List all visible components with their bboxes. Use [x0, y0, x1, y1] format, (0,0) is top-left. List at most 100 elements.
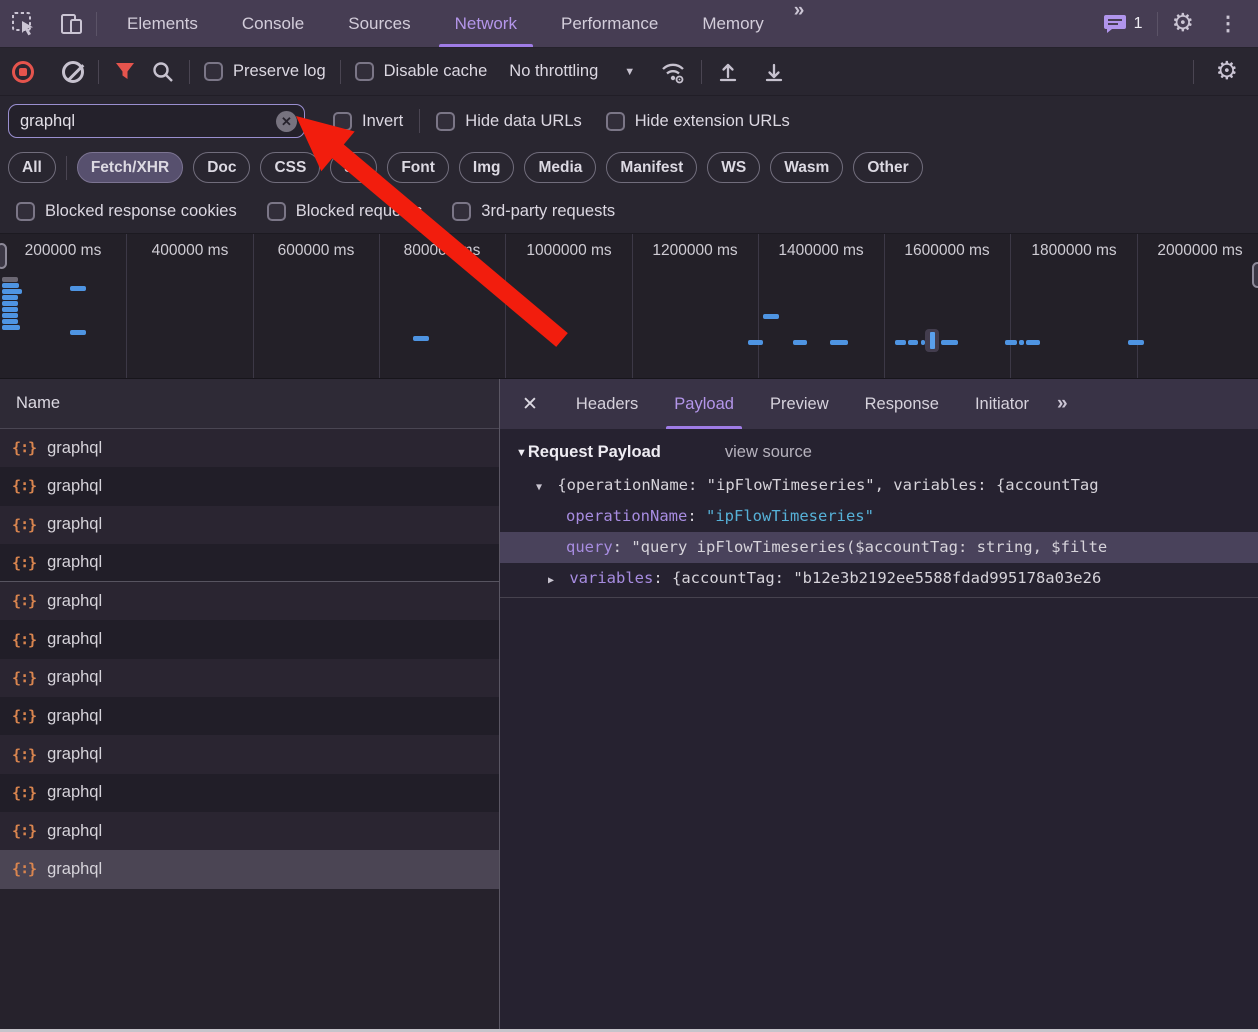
- tab-sources[interactable]: Sources: [326, 0, 432, 47]
- search-icon[interactable]: [151, 60, 175, 84]
- name-column-header[interactable]: Name: [0, 379, 499, 429]
- waterfall-bar: [2, 283, 19, 288]
- query-row-selected[interactable]: query: "query ipFlowTimeseries($accountT…: [500, 532, 1258, 563]
- request-row[interactable]: {∶}graphql: [0, 620, 499, 658]
- record-network-log-button[interactable]: [12, 61, 34, 83]
- request-row[interactable]: {∶}graphql: [0, 506, 499, 544]
- close-details-icon[interactable]: ✕: [500, 379, 558, 429]
- waterfall-bar: [1005, 340, 1017, 345]
- tab-elements[interactable]: Elements: [105, 0, 220, 47]
- invert-checkbox[interactable]: Invert: [333, 112, 403, 131]
- json-string-value: "query ipFlowTimeseries($accountTag: str…: [631, 538, 1107, 556]
- tab-performance[interactable]: Performance: [539, 0, 680, 47]
- payload-root-row[interactable]: ▼ {operationName: "ipFlowTimeseries", va…: [500, 470, 1258, 501]
- export-har-icon[interactable]: [762, 60, 786, 84]
- chip-ws[interactable]: WS: [707, 152, 760, 183]
- hide-data-urls-checkbox[interactable]: Hide data URLs: [436, 112, 581, 131]
- toolbar-right: ⚙: [1193, 59, 1246, 84]
- chip-media[interactable]: Media: [524, 152, 596, 183]
- request-row[interactable]: {∶}graphql: [0, 467, 499, 505]
- chip-img[interactable]: Img: [459, 152, 515, 183]
- timeline-tick-label: 400000 ms: [152, 242, 229, 260]
- request-row[interactable]: {∶}graphql: [0, 429, 499, 467]
- clear-network-log-button[interactable]: [62, 61, 84, 83]
- clear-filter-icon[interactable]: ✕: [276, 111, 297, 132]
- chip-fetch-xhr[interactable]: Fetch/XHR: [77, 152, 183, 183]
- network-settings-gear-icon[interactable]: ⚙: [1208, 59, 1246, 84]
- filter-icon[interactable]: [113, 60, 137, 84]
- preserve-log-label: Preserve log: [233, 62, 326, 81]
- panel-tabs: ElementsConsoleSourcesNetworkPerformance…: [105, 0, 786, 47]
- chevron-down-icon: ▼: [624, 66, 635, 78]
- json-string-value: "ipFlowTimeseries": [706, 507, 874, 525]
- json-separator: :: [653, 569, 672, 587]
- fetch-xhr-icon: {∶}: [12, 477, 36, 495]
- third-party-requests-checkbox[interactable]: 3rd-party requests: [452, 202, 615, 221]
- fetch-xhr-icon: {∶}: [12, 554, 36, 572]
- settings-gear-icon[interactable]: ⚙: [1164, 11, 1202, 36]
- device-toolbar-icon[interactable]: [48, 0, 96, 47]
- request-row[interactable]: {∶}graphql: [0, 582, 499, 620]
- details-tab-preview[interactable]: Preview: [752, 379, 847, 429]
- details-tab-response[interactable]: Response: [847, 379, 957, 429]
- disable-cache-checkbox[interactable]: Disable cache: [355, 62, 488, 81]
- more-panels-icon[interactable]: »: [786, 0, 811, 47]
- chip-css[interactable]: CSS: [260, 152, 320, 183]
- blocked-requests-checkbox[interactable]: Blocked requests: [267, 202, 423, 221]
- overview-left-handle[interactable]: [0, 243, 7, 269]
- hide-extension-urls-checkbox[interactable]: Hide extension URLs: [606, 112, 790, 131]
- details-tab-initiator[interactable]: Initiator: [957, 379, 1047, 429]
- request-row[interactable]: {∶}graphql: [0, 850, 499, 888]
- collapse-triangle-icon[interactable]: ▼: [536, 472, 548, 501]
- operation-name-row[interactable]: operationName: "ipFlowTimeseries": [500, 501, 1258, 532]
- tab-console[interactable]: Console: [220, 0, 326, 47]
- more-details-tabs-icon[interactable]: »: [1047, 379, 1076, 429]
- inspect-element-icon[interactable]: [0, 0, 48, 47]
- chip-manifest[interactable]: Manifest: [606, 152, 697, 183]
- chip-other[interactable]: Other: [853, 152, 922, 183]
- expand-triangle-icon[interactable]: ▶: [548, 565, 560, 594]
- tab-network[interactable]: Network: [433, 0, 539, 47]
- filter-input[interactable]: [9, 112, 304, 131]
- request-name: graphql: [47, 745, 102, 764]
- waterfall-bar: [2, 289, 22, 294]
- checkbox-icon: [16, 202, 35, 221]
- timeline-gridline: [632, 234, 633, 378]
- request-row[interactable]: {∶}graphql: [0, 774, 499, 812]
- throttling-dropdown[interactable]: No throttling ▼: [509, 62, 635, 81]
- import-har-icon[interactable]: [716, 60, 740, 84]
- request-payload-section[interactable]: ▼ Request Payload view source: [500, 429, 1258, 470]
- payload-preview-text: {operationName: "ipFlowTimeseries", vari…: [557, 476, 1098, 494]
- checkbox-icon: [436, 112, 455, 131]
- chip-wasm[interactable]: Wasm: [770, 152, 843, 183]
- invert-label: Invert: [362, 112, 403, 131]
- details-tab-headers[interactable]: Headers: [558, 379, 656, 429]
- payload-panel: ▼ Request Payload view source ▼ {operati…: [500, 429, 1258, 1029]
- preserve-log-checkbox[interactable]: Preserve log: [204, 62, 326, 81]
- chip-font[interactable]: Font: [387, 152, 449, 183]
- variables-row[interactable]: ▶ variables: {accountTag: "b12e3b2192ee5…: [500, 563, 1258, 594]
- devtools-tab-bar: ElementsConsoleSourcesNetworkPerformance…: [0, 0, 1258, 48]
- request-row[interactable]: {∶}graphql: [0, 812, 499, 850]
- request-row[interactable]: {∶}graphql: [0, 697, 499, 735]
- request-row[interactable]: {∶}graphql: [0, 735, 499, 773]
- request-row[interactable]: {∶}graphql: [0, 544, 499, 582]
- checkbox-icon: [355, 62, 374, 81]
- chip-js[interactable]: JS: [330, 152, 377, 183]
- chip-doc[interactable]: Doc: [193, 152, 250, 183]
- waterfall-bar: [763, 314, 779, 319]
- chip-all[interactable]: All: [8, 152, 56, 183]
- view-source-link[interactable]: view source: [725, 443, 812, 462]
- overview-right-handle[interactable]: [1252, 262, 1258, 288]
- blocked-response-cookies-checkbox[interactable]: Blocked response cookies: [16, 202, 237, 221]
- json-key: operationName: [566, 507, 687, 525]
- tab-memory[interactable]: Memory: [680, 0, 785, 47]
- details-tab-payload[interactable]: Payload: [656, 379, 752, 429]
- devtools-window: ElementsConsoleSourcesNetworkPerformance…: [0, 0, 1258, 1032]
- network-overview-timeline[interactable]: 200000 ms400000 ms600000 ms800000 ms1000…: [0, 234, 1258, 379]
- request-row[interactable]: {∶}graphql: [0, 659, 499, 697]
- network-conditions-icon[interactable]: [659, 59, 687, 85]
- waterfall-bar: [2, 307, 18, 312]
- kebab-menu-icon[interactable]: ⋮: [1208, 11, 1248, 36]
- console-messages-button[interactable]: 1: [1095, 13, 1151, 35]
